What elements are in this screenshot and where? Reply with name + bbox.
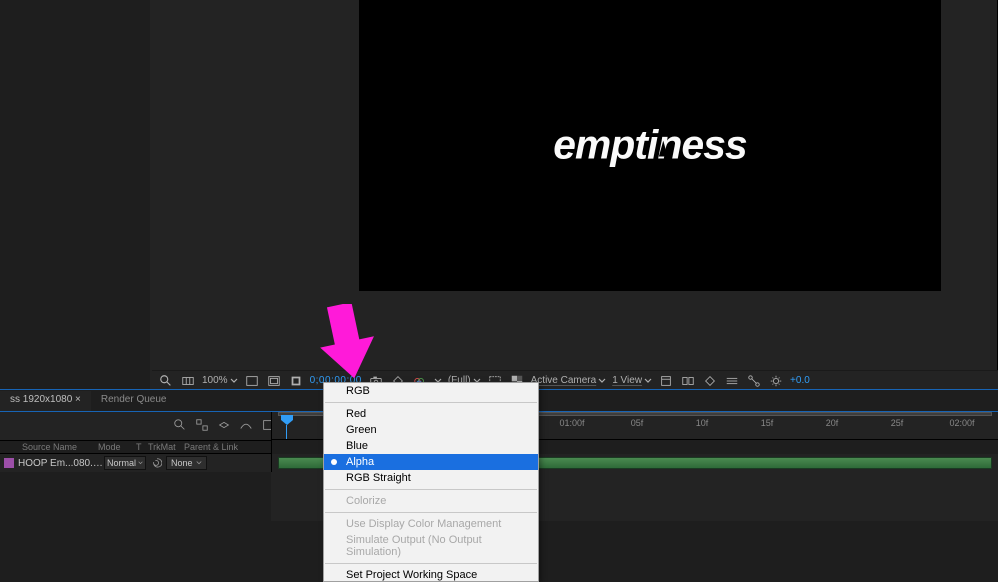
timeline-column-headers: Source Name Mode T TrkMat Parent & Link: [0, 440, 271, 454]
comp-mini-flowchart-icon[interactable]: [194, 417, 210, 433]
tab-render-queue[interactable]: Render Queue: [91, 391, 177, 411]
zoom-value: 100%: [202, 375, 228, 386]
magnify-icon[interactable]: [158, 373, 174, 389]
menu-item-rgb[interactable]: RGB: [324, 383, 538, 399]
annotation-arrow: [305, 304, 375, 384]
playhead[interactable]: [280, 414, 294, 426]
menu-item-rgb-straight[interactable]: RGB Straight: [324, 470, 538, 486]
draft-3d-icon[interactable]: [216, 417, 232, 433]
views-value: 1 View: [612, 375, 642, 386]
menu-item-red[interactable]: Red: [324, 406, 538, 422]
col-t[interactable]: T: [132, 442, 144, 452]
col-source[interactable]: Source Name: [18, 442, 94, 452]
ruler-tick: 01:00f: [559, 418, 584, 428]
layer-row[interactable]: HOOP Em...080.psd Normal None: [0, 454, 271, 472]
search-layers-icon[interactable]: [172, 417, 188, 433]
timeline-icon[interactable]: [724, 373, 740, 389]
layer-color-label[interactable]: [4, 458, 14, 468]
menu-separator: [325, 563, 537, 564]
menu-separator: [325, 402, 537, 403]
exposure-value[interactable]: +0.0: [790, 375, 810, 386]
col-trkmat[interactable]: TrkMat: [144, 442, 180, 452]
ruler-tick: 15f: [761, 418, 774, 428]
tab-composition[interactable]: ss 1920x1080 ×: [0, 391, 91, 411]
composition-viewer: emptiness: [150, 0, 998, 390]
ruler-tick: 25f: [891, 418, 904, 428]
svg-text:emptiness: emptiness: [553, 121, 747, 167]
ruler-tick: 02:00f: [949, 418, 974, 428]
ruler-tick: 20f: [826, 418, 839, 428]
camera-value: Active Camera: [531, 375, 597, 386]
render-settings-icon[interactable]: [768, 373, 784, 389]
layer-name[interactable]: HOOP Em...080.psd: [18, 458, 104, 469]
camera-dropdown[interactable]: Active Camera: [531, 375, 607, 386]
col-mode[interactable]: Mode: [94, 442, 132, 452]
ruler-tick: 05f: [631, 418, 644, 428]
shy-icon[interactable]: [238, 417, 254, 433]
resolution-ratio-icon[interactable]: [244, 373, 260, 389]
parent-dropdown[interactable]: None: [166, 456, 207, 470]
zoom-dropdown[interactable]: 100%: [202, 375, 238, 386]
preview-canvas[interactable]: emptiness: [360, 0, 940, 290]
parent-pickwhip-icon[interactable]: [152, 458, 162, 468]
menu-item-use-dcm: Use Display Color Management: [324, 516, 538, 532]
menu-item-colorize: Colorize: [324, 493, 538, 509]
layer-mode-dropdown[interactable]: Normal: [104, 456, 146, 470]
menu-item-alpha[interactable]: Alpha: [324, 454, 538, 470]
menu-separator: [325, 489, 537, 490]
view-options-icon[interactable]: [658, 373, 674, 389]
pixel-aspect-icon[interactable]: [680, 373, 696, 389]
menu-item-set-project-working-space[interactable]: Set Project Working Space: [324, 567, 538, 581]
ruler-tick: 10f: [696, 418, 709, 428]
safe-zones-icon[interactable]: [266, 373, 282, 389]
grid-icon[interactable]: [180, 373, 196, 389]
menu-bullet-icon: [331, 459, 337, 465]
viewer-toolbar: 100% 0;00;00;00 (Full) Active Camera 1 V…: [152, 370, 998, 390]
views-dropdown[interactable]: 1 View: [612, 375, 652, 386]
preview-text-emptiness: emptiness: [470, 114, 830, 176]
fast-preview-icon[interactable]: [702, 373, 718, 389]
menu-item-blue[interactable]: Blue: [324, 438, 538, 454]
project-panel-edge: [0, 0, 150, 390]
flowchart-icon[interactable]: [746, 373, 762, 389]
menu-item-simulate-output: Simulate Output (No Output Simulation): [324, 532, 538, 560]
mask-toggle-icon[interactable]: [288, 373, 304, 389]
col-parent[interactable]: Parent & Link: [180, 442, 271, 452]
channel-context-menu: RGB Red Green Blue Alpha RGB Straight Co…: [323, 382, 539, 582]
menu-separator: [325, 512, 537, 513]
menu-item-green[interactable]: Green: [324, 422, 538, 438]
